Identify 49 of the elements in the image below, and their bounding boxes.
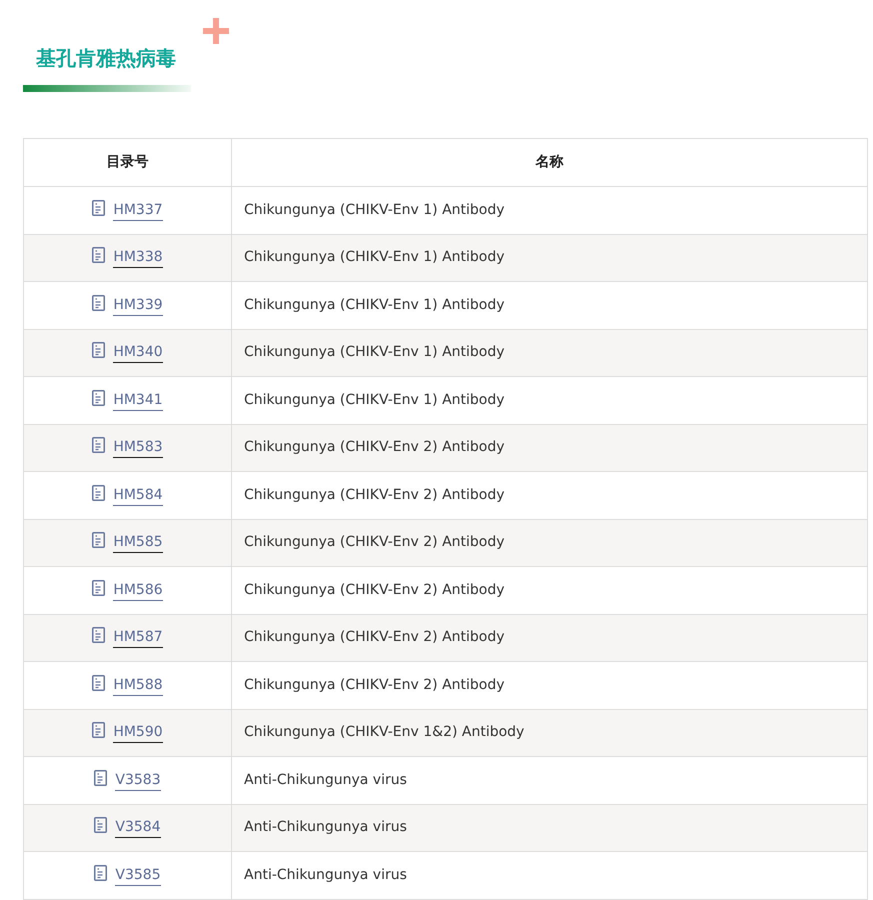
catalog-link[interactable]: V3585	[115, 866, 161, 886]
catalog-link[interactable]: HM588	[113, 676, 163, 696]
catalog-link[interactable]: HM587	[113, 629, 163, 648]
document-icon	[92, 200, 106, 216]
document-icon	[92, 627, 106, 644]
catalog-link[interactable]: HM337	[113, 202, 163, 221]
table-cell: Chikungunya (CHIKV-Env 2) Antibody	[232, 472, 868, 519]
table-cell: Chikungunya (CHIKV-Env 2) Antibody	[232, 662, 868, 709]
catalog-link[interactable]: HM341	[113, 392, 163, 411]
document-icon	[92, 532, 106, 548]
table-cell: Chikungunya (CHIKV-Env 1&2) Antibody	[232, 709, 868, 756]
table-cell: Chikungunya (CHIKV-Env 2) Antibody	[232, 519, 868, 566]
catalog-link[interactable]: HM584	[113, 486, 163, 506]
table-cell: Anti-Chikungunya virus	[232, 852, 868, 899]
document-icon	[92, 294, 106, 311]
document-icon	[94, 817, 108, 834]
document-icon	[92, 722, 106, 738]
catalog-link[interactable]: HM590	[113, 724, 163, 744]
document-icon	[92, 437, 106, 454]
document-icon	[92, 342, 106, 358]
plus-icon	[203, 18, 229, 44]
catalog-link[interactable]: V3583	[115, 772, 161, 791]
document-icon	[94, 864, 108, 881]
catalog-link[interactable]: HM585	[113, 534, 163, 554]
document-icon	[92, 580, 106, 596]
table-cell: Chikungunya (CHIKV-Env 2) Antibody	[232, 566, 868, 614]
table-cell: Chikungunya (CHIKV-Env 1) Antibody	[232, 186, 868, 234]
catalog-link[interactable]: HM586	[113, 582, 163, 601]
table-cell: Anti-Chikungunya virus	[232, 804, 868, 852]
document-icon	[94, 770, 108, 786]
catalog-link[interactable]: V3584	[115, 819, 161, 838]
catalog-link[interactable]: HM583	[113, 439, 163, 458]
table-cell: Chikungunya (CHIKV-Env 2) Antibody	[232, 614, 868, 662]
document-icon	[92, 484, 106, 501]
section-title: 基孔肯雅热病毒	[36, 46, 176, 70]
table-cell: Chikungunya (CHIKV-Env 1) Antibody	[232, 329, 868, 376]
catalog-link[interactable]: HM338	[113, 249, 163, 268]
document-icon	[92, 247, 106, 264]
table-cell: Chikungunya (CHIKV-Env 1) Antibody	[232, 376, 868, 424]
table-cell: Chikungunya (CHIKV-Env 1) Antibody	[232, 234, 868, 282]
document-icon	[92, 390, 106, 406]
table-cell: Chikungunya (CHIKV-Env 2) Antibody	[232, 424, 868, 472]
column-header: 名称	[232, 138, 868, 186]
document-icon	[92, 674, 106, 691]
catalog-link[interactable]: HM340	[113, 344, 163, 364]
column-header: 目录号	[24, 138, 232, 186]
table-cell: Chikungunya (CHIKV-Env 1) Antibody	[232, 282, 868, 329]
catalog-link[interactable]: HM339	[113, 296, 163, 316]
table-cell: Anti-Chikungunya virus	[232, 756, 868, 804]
